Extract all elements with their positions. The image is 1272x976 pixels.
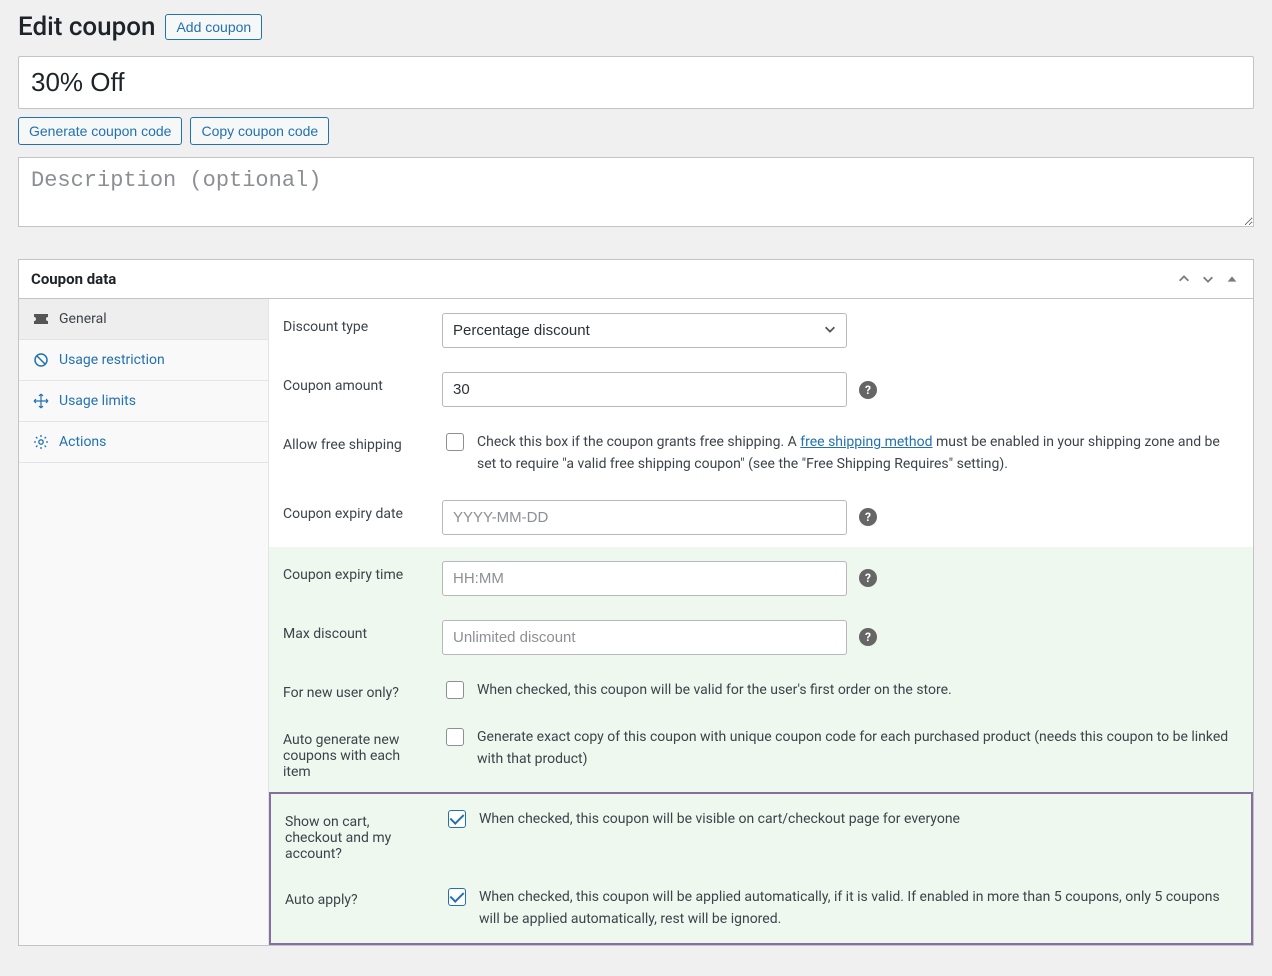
max-discount-label: Max discount <box>283 620 428 642</box>
panel-down-icon[interactable] <box>1199 270 1217 288</box>
expiry-date-input[interactable] <box>442 500 847 535</box>
auto-generate-label: Auto generate new coupons with each item <box>283 726 428 780</box>
new-user-label: For new user only? <box>283 679 428 701</box>
show-on-cart-description: When checked, this coupon will be visibl… <box>479 808 1237 830</box>
free-shipping-description: Check this box if the coupon grants free… <box>477 431 1239 476</box>
page-title: Edit coupon <box>18 12 155 42</box>
copy-coupon-code-button[interactable]: Copy coupon code <box>190 117 329 145</box>
discount-type-select[interactable]: Percentage discount <box>442 313 847 348</box>
panel-heading: Coupon data <box>31 270 116 288</box>
tab-actions[interactable]: Actions <box>19 422 268 463</box>
coupon-data-panel: Coupon data General <box>18 259 1254 946</box>
expiry-date-label: Coupon expiry date <box>283 500 428 522</box>
auto-apply-label: Auto apply? <box>285 886 430 908</box>
help-icon[interactable]: ? <box>859 628 877 646</box>
help-icon[interactable]: ? <box>859 381 877 399</box>
auto-generate-description: Generate exact copy of this coupon with … <box>477 726 1239 771</box>
auto-apply-description: When checked, this coupon will be applie… <box>479 886 1237 931</box>
tab-general[interactable]: General <box>19 299 268 340</box>
tab-usage-restriction[interactable]: Usage restriction <box>19 340 268 381</box>
tab-label: General <box>59 311 107 327</box>
panel-up-icon[interactable] <box>1175 270 1193 288</box>
tab-label: Usage restriction <box>59 352 165 368</box>
free-shipping-checkbox[interactable] <box>446 433 464 451</box>
coupon-title-input[interactable] <box>18 56 1254 109</box>
ticket-icon <box>33 311 49 327</box>
add-coupon-button[interactable]: Add coupon <box>165 14 262 40</box>
tab-label: Actions <box>59 434 106 450</box>
generate-coupon-code-button[interactable]: Generate coupon code <box>18 117 182 145</box>
discount-type-label: Discount type <box>283 313 428 335</box>
help-icon[interactable]: ? <box>859 508 877 526</box>
help-icon[interactable]: ? <box>859 569 877 587</box>
move-icon <box>33 393 49 409</box>
tab-usage-limits[interactable]: Usage limits <box>19 381 268 422</box>
gear-icon <box>33 434 49 450</box>
auto-apply-checkbox[interactable] <box>448 888 466 906</box>
coupon-amount-input[interactable] <box>442 372 847 407</box>
expiry-time-label: Coupon expiry time <box>283 561 428 583</box>
max-discount-input[interactable] <box>442 620 847 655</box>
new-user-checkbox[interactable] <box>446 681 464 699</box>
expiry-time-input[interactable] <box>442 561 847 596</box>
free-shipping-method-link[interactable]: free shipping method <box>800 434 932 450</box>
free-shipping-label: Allow free shipping <box>283 431 428 453</box>
coupon-amount-label: Coupon amount <box>283 372 428 394</box>
show-on-cart-label: Show on cart, checkout and my account? <box>285 808 430 862</box>
ban-icon <box>33 352 49 368</box>
tab-label: Usage limits <box>59 393 136 409</box>
panel-toggle-icon[interactable] <box>1223 270 1241 288</box>
coupon-description-textarea[interactable] <box>18 157 1254 227</box>
auto-generate-checkbox[interactable] <box>446 728 464 746</box>
new-user-description: When checked, this coupon will be valid … <box>477 679 1239 701</box>
show-on-cart-checkbox[interactable] <box>448 810 466 828</box>
